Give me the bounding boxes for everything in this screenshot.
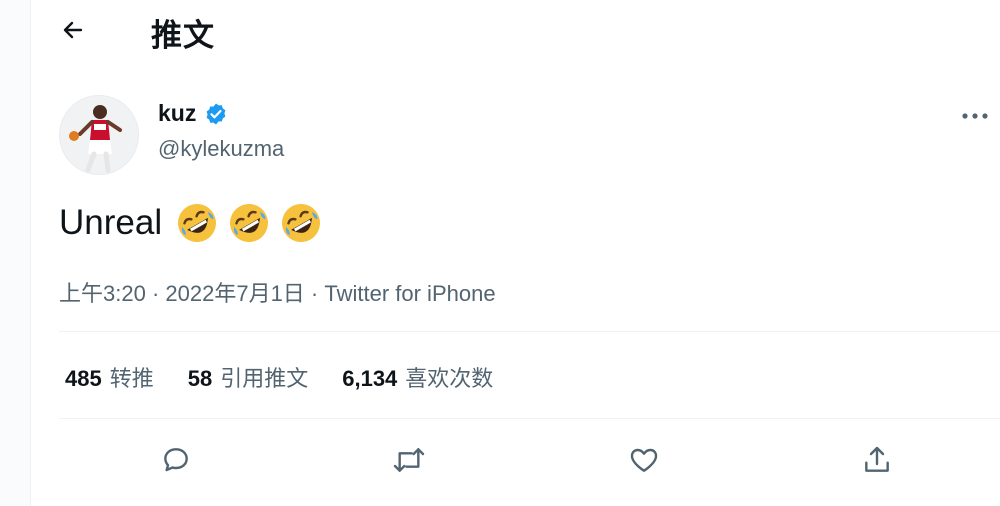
author-handle[interactable]: @kylekuzma xyxy=(158,136,284,162)
page-header: 推文 xyxy=(31,0,1000,62)
avatar[interactable] xyxy=(59,95,139,175)
share-icon xyxy=(865,446,889,472)
rofl-emoji-icon xyxy=(178,204,217,242)
retweet-button[interactable] xyxy=(387,438,431,482)
back-button[interactable] xyxy=(55,14,91,46)
divider xyxy=(59,331,1000,332)
retweets-count: 485 xyxy=(65,366,102,391)
emoji-group xyxy=(174,200,324,246)
retweets-label: 转推 xyxy=(109,366,154,391)
tweet-body: Unreal xyxy=(59,200,324,246)
tweet-meta: 上午3:20 · 2022年7月1日 · Twitter for iPhone xyxy=(59,276,496,308)
page-title: 推文 xyxy=(151,18,215,53)
player-illustration xyxy=(69,105,122,173)
meta-separator: · xyxy=(304,281,325,306)
reply-button[interactable] xyxy=(154,438,198,482)
tweet-panel: 推文 kuz @kylekuzma Unreal 上午3:20 · 2022年7… xyxy=(30,0,1000,506)
tweet-time[interactable]: 上午3:20 xyxy=(59,281,146,306)
rofl-emoji-icon xyxy=(282,204,321,242)
reply-icon xyxy=(164,448,188,472)
quote-tweets-stat[interactable]: 58 引用推文 xyxy=(188,361,309,393)
tweet-date[interactable]: 2022年7月1日 xyxy=(165,281,304,306)
arrow-left-icon xyxy=(63,21,83,39)
display-name-text: kuz xyxy=(158,100,197,126)
tweet-source-link[interactable]: Twitter for iPhone xyxy=(324,281,495,306)
tweet-text: Unreal xyxy=(59,203,163,242)
more-options-button[interactable] xyxy=(955,104,995,128)
share-button[interactable] xyxy=(855,438,899,482)
more-horizontal-icon xyxy=(962,113,988,119)
rofl-emoji-icon xyxy=(230,204,269,242)
quote-tweets-count: 58 xyxy=(187,366,213,391)
engagement-stats: 485 转推 58 引用推文 6,134 喜欢次数 xyxy=(65,361,527,393)
likes-stat[interactable]: 6,134 喜欢次数 xyxy=(342,361,493,393)
meta-separator: · xyxy=(145,281,166,306)
retweet-icon xyxy=(393,448,425,472)
verified-badge-icon xyxy=(204,102,228,126)
quote-tweets-label: 引用推文 xyxy=(220,366,309,391)
retweets-stat[interactable]: 485 转推 xyxy=(65,361,154,393)
heart-icon xyxy=(630,448,658,472)
divider xyxy=(59,418,1000,419)
like-button[interactable] xyxy=(622,438,666,482)
author-display-name[interactable]: kuz xyxy=(158,100,228,127)
likes-label: 喜欢次数 xyxy=(405,366,494,391)
likes-count: 6,134 xyxy=(342,366,398,391)
